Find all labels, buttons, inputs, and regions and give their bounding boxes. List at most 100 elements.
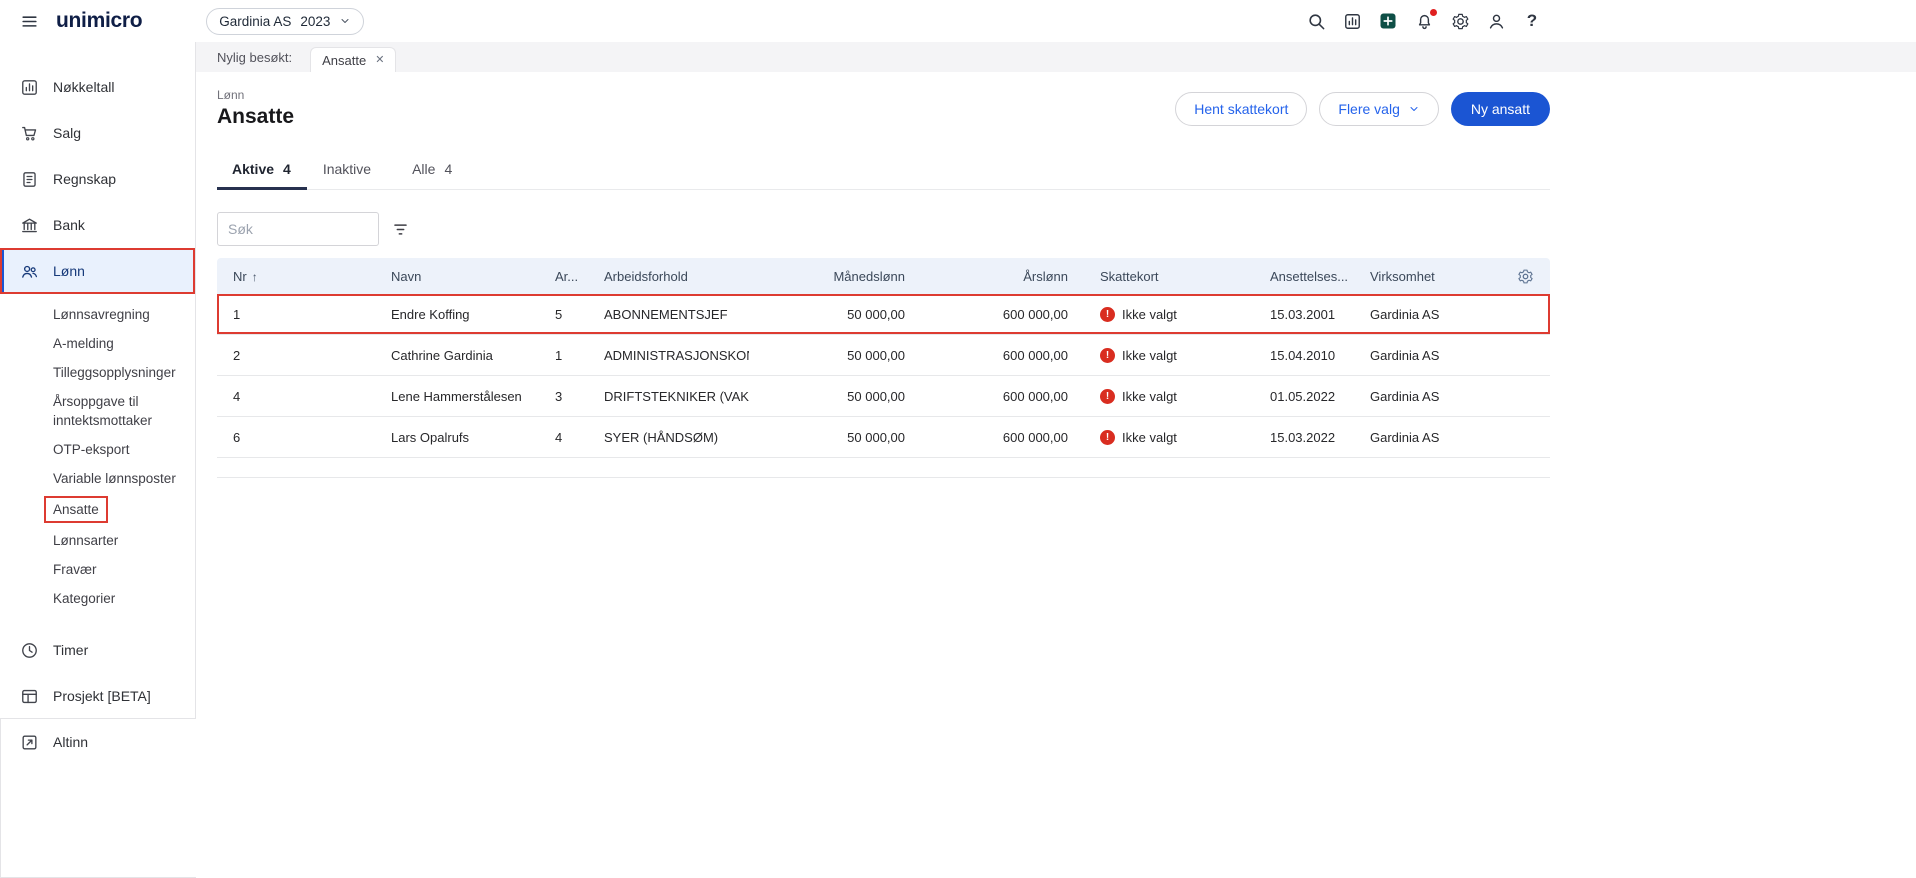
header-ansettelses[interactable]: Ansettelses... [1254,269,1354,284]
employee-table: Nr ↑ Navn Ar... Arbeidsforhold Månedslønn… [217,258,1550,478]
help-button[interactable]: ? [1521,10,1543,32]
cell-ansettelsesdato: 01.05.2022 [1270,388,1336,404]
sidebar-subitem-label: Variable lønnsposter [53,471,176,486]
cell-arbeidsforhold: SYER (HÅNDSØM) [604,429,719,445]
app-window: unimicro Gardinia AS 2023 ? Nøkkeltall S… [0,0,1916,878]
sidebar-subitem-label: Tilleggsopplysninger [53,365,176,380]
sidebar-item-regnskap[interactable]: Regnskap [0,156,195,202]
header-navn[interactable]: Navn [375,269,539,284]
sidebar-item-bank[interactable]: Bank [0,202,195,248]
recent-tab-ansatte[interactable]: Ansatte ✕ [310,47,397,72]
cell-arslonn: 600 000,00 [1002,388,1068,404]
hent-skattekort-button[interactable]: Hent skattekort [1175,91,1308,126]
company-name: Gardinia AS [219,13,292,29]
sidebar-subitem[interactable]: Årsoppgave til inntektsmottaker [0,387,195,435]
search-icon [1308,13,1324,29]
sidebar-subitem-label: Lønnsavregning [53,307,150,322]
recent-tab-label: Ansatte [322,52,367,68]
cell-skattekort: ! Ikke valgt [1084,306,1254,322]
cell-virksomhet: Gardinia AS [1370,347,1440,363]
table-row[interactable]: 4 Lene Hammerstålesen 3 DRIFTSTEKNIKER (… [217,376,1550,417]
recently-visited-bar: Nylig besøkt: Ansatte ✕ [196,42,1916,72]
cell-ansettelsesdato: 15.04.2010 [1270,347,1336,363]
table-footer [217,458,1550,478]
table-header-row: Nr ↑ Navn Ar... Arbeidsforhold Månedslønn… [217,258,1550,294]
sidebar-subitem-label: Årsoppgave til inntektsmottaker [53,394,153,428]
header-nr[interactable]: Nr ↑ [217,269,375,284]
sidebar-subitem[interactable]: Tilleggsopplysninger [0,358,195,387]
sidebar-item-nokkeltall[interactable]: Nøkkeltall [0,64,195,110]
table-row[interactable]: 1 Endre Koffing 5 ABONNEMENTSJEF 50 000,… [217,294,1550,335]
skattekort-warning-icon: ! [1100,429,1115,445]
reports-button[interactable] [1341,10,1363,32]
sidebar-subitem[interactable]: Fravær [0,555,195,584]
sidebar-item-lonn[interactable]: Lønn [0,248,195,294]
company-selector[interactable]: Gardinia AS 2023 [206,7,365,35]
sidebar-subitem[interactable]: Lønnsavregning [0,300,195,329]
tab-alle[interactable]: Alle 4 [396,149,468,189]
chevron-down-icon [1408,103,1420,115]
sidebar-subitem[interactable]: A-melding [0,329,195,358]
hamburger-menu-button[interactable] [18,10,40,32]
header-manedslonn[interactable]: Månedslønn [749,269,921,284]
topbar-actions: ? [1305,9,1543,32]
sidebar-subitem[interactable]: Lønnsarter [0,526,195,555]
header-virksomhet[interactable]: Virksomhet [1354,269,1499,284]
cart-icon [20,124,39,143]
table-row[interactable]: 2 Cathrine Gardinia 1 ADMINISTRASJONSKON… [217,335,1550,376]
header-actions: Hent skattekort Flere valg Ny ansatt [1175,91,1550,126]
cell-arslonn: 600 000,00 [1002,429,1068,445]
ny-ansatt-button[interactable]: Ny ansatt [1450,91,1550,126]
unimicro-logo: unimicro [56,9,143,32]
sidebar-subitem[interactable]: OTP-eksport [0,435,195,464]
notifications-button[interactable] [1413,9,1437,32]
dashboard-chart-icon [20,78,39,97]
sidebar-item-timer[interactable]: Timer [0,627,195,673]
hamburger-icon [21,15,37,27]
close-icon[interactable]: ✕ [375,54,384,66]
quick-create-button[interactable] [1377,10,1399,32]
table-row[interactable]: 6 Lars Opalrufs 4 SYER (HÅNDSØM) 50 000,… [217,417,1550,458]
sidebar-item-prosjekt[interactable]: Prosjekt [BETA] [0,673,195,719]
skattekort-warning-icon: ! [1100,347,1115,363]
column-settings-button[interactable] [1499,268,1550,285]
question-mark-icon: ? [1526,11,1538,30]
bar-chart-icon [1344,13,1360,29]
header-arslonn[interactable]: Årslønn [921,269,1084,284]
sidebar-subitem[interactable]: Kategorier [0,584,195,613]
header-ar[interactable]: Ar... [539,269,588,284]
external-box-icon [20,733,39,752]
sidebar-item-salg[interactable]: Salg [0,110,195,156]
skattekort-status: Ikke valgt [1122,306,1177,322]
search-input[interactable] [217,212,379,246]
user-button[interactable] [1485,10,1507,32]
notification-dot [1430,9,1437,16]
sidebar-item-altinn[interactable]: Altinn [0,719,195,765]
filter-button[interactable] [383,212,417,246]
skattekort-status: Ikke valgt [1122,429,1177,445]
sidebar-item-label: Regnskap [53,171,117,187]
page-title: Ansatte [217,105,295,128]
header-arbeidsforhold[interactable]: Arbeidsforhold [588,269,749,284]
ledger-icon [20,170,39,189]
header-skattekort[interactable]: Skattekort [1084,269,1254,284]
flere-valg-button[interactable]: Flere valg [1319,91,1439,126]
settings-button[interactable] [1449,10,1471,32]
sidebar-subitem[interactable]: Variable lønnsposter [0,464,195,493]
tab-aktive[interactable]: Aktive 4 [217,149,307,190]
cell-manedslonn: 50 000,00 [847,347,905,363]
cell-arslonn: 600 000,00 [1002,347,1068,363]
cell-nr: 2 [233,347,241,363]
company-year: 2023 [300,13,331,29]
cell-ar: 5 [555,306,563,322]
status-tabs: Aktive 4 Inaktive Alle 4 [217,149,1550,190]
skattekort-warning-icon: ! [1100,306,1115,322]
sidebar-subitem[interactable]: Ansatte [0,493,195,526]
recently-visited-label: Nylig besøkt: [217,49,293,65]
search-button[interactable] [1305,10,1327,32]
skattekort-status: Ikke valgt [1122,388,1177,404]
tab-inaktive[interactable]: Inaktive [307,149,396,189]
bank-icon [20,216,39,235]
kanban-icon [20,687,39,706]
cell-virksomhet: Gardinia AS [1370,429,1440,445]
